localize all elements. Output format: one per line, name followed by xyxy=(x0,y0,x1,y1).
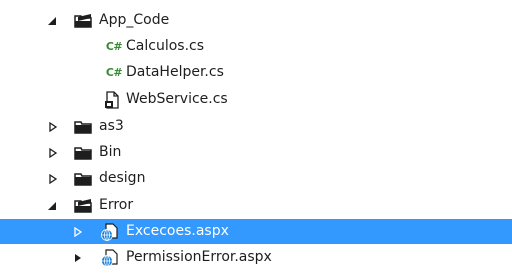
tree-item-label: Calculos.cs xyxy=(126,38,205,54)
solution-explorer-tree: App_Code C# Calculos.cs C# DataHelper.cs… xyxy=(0,0,512,273)
tree-item-app-code[interactable]: App_Code xyxy=(0,8,512,33)
tree-item-bin[interactable]: Bin xyxy=(0,140,512,165)
tree-item-label: DataHelper.cs xyxy=(126,64,224,80)
webservice-file-icon xyxy=(102,90,122,110)
collapsed-arrow-icon[interactable] xyxy=(47,147,59,159)
tree-item-label: Error xyxy=(99,197,134,213)
aspx-file-icon xyxy=(100,248,120,268)
tree-item-label: Bin xyxy=(99,144,122,160)
tree-item-label: design xyxy=(99,170,146,186)
tree-item-permissionerror-aspx[interactable]: PermissionError.aspx xyxy=(0,245,512,270)
tree-item-as3[interactable]: as3 xyxy=(0,114,512,139)
folder-open-icon xyxy=(74,11,94,31)
collapsed-arrow-icon[interactable] xyxy=(47,121,59,133)
tree-item-label: Excecoes.aspx xyxy=(126,223,229,239)
tree-item-label: WebService.cs xyxy=(126,91,228,107)
csharp-file-icon: C# xyxy=(105,66,123,79)
collapsed-arrow-icon[interactable] xyxy=(47,173,59,185)
collapsed-arrow-icon[interactable] xyxy=(72,226,84,238)
tree-item-calculos-cs[interactable]: C# Calculos.cs xyxy=(0,34,512,59)
expanded-arrow-icon[interactable] xyxy=(46,15,58,27)
folder-icon xyxy=(74,143,94,163)
tree-item-excecoes-aspx[interactable]: Excecoes.aspx xyxy=(0,219,512,244)
tree-item-label: as3 xyxy=(99,118,124,134)
tree-item-error[interactable]: Error xyxy=(0,193,512,218)
tree-item-label: PermissionError.aspx xyxy=(126,249,272,265)
tree-item-design[interactable]: design xyxy=(0,166,512,191)
expanded-arrow-icon[interactable] xyxy=(46,200,58,212)
tree-item-webservice-cs[interactable]: WebService.cs xyxy=(0,87,512,112)
folder-icon xyxy=(74,117,94,137)
folder-open-icon xyxy=(74,196,94,216)
tree-item-label: App_Code xyxy=(99,12,170,28)
collapsed-arrow-icon[interactable] xyxy=(72,252,84,264)
aspx-file-icon xyxy=(100,222,120,242)
folder-icon xyxy=(74,169,94,189)
tree-item-datahelper-cs[interactable]: C# DataHelper.cs xyxy=(0,60,512,85)
csharp-file-icon: C# xyxy=(105,40,123,53)
